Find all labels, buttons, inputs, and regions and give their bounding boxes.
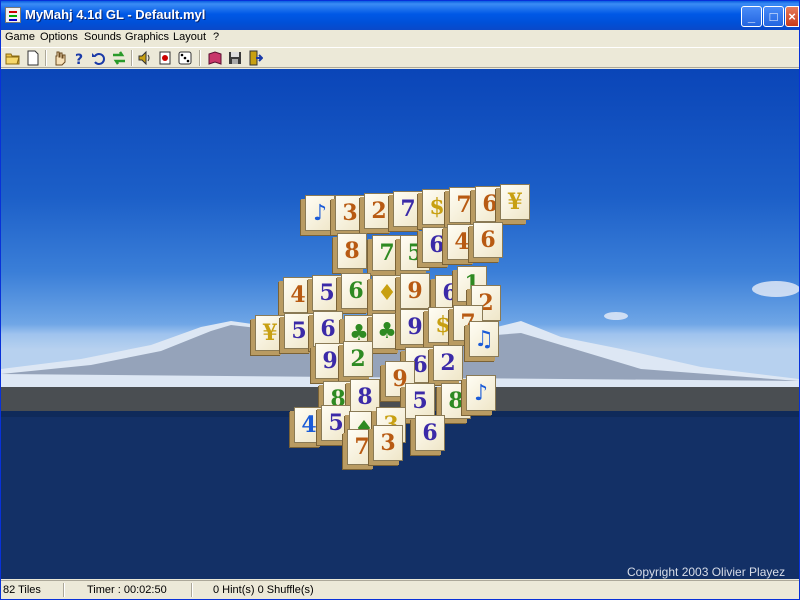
tile[interactable]: ♪ <box>466 375 496 411</box>
hand-icon[interactable] <box>51 50 67 66</box>
menu-game[interactable]: Game <box>5 31 35 43</box>
timer-display: Timer : 00:02:50 <box>87 584 167 596</box>
hint-icon[interactable]: ? <box>71 50 87 66</box>
tile[interactable]: 2 <box>433 345 463 381</box>
tile[interactable]: 6 <box>473 222 503 258</box>
tile[interactable]: ¥ <box>500 184 530 220</box>
undo-icon[interactable] <box>91 50 107 66</box>
tile[interactable]: 9 <box>400 273 430 309</box>
tile[interactable]: 8 <box>337 233 367 269</box>
menu-layout[interactable]: Layout <box>173 31 206 43</box>
tile[interactable]: 3 <box>335 195 365 231</box>
tile[interactable]: 5 <box>405 383 435 419</box>
toolbar-separator <box>131 50 133 66</box>
game-board[interactable]: ♪ 3 2 7 $ 7 6 ¥ 8 7 5 6 4 6 4 5 6 ♦ 9 6 … <box>1 69 799 579</box>
new-game-icon[interactable] <box>25 50 41 66</box>
menu-bar: Game Options Sounds Graphics Layout ? <box>1 30 799 46</box>
menu-sounds[interactable]: Sounds <box>84 31 121 43</box>
exit-icon[interactable] <box>247 50 263 66</box>
tile[interactable]: 7 <box>393 191 423 227</box>
close-button[interactable]: × <box>785 6 799 27</box>
shuffle-icon[interactable] <box>111 50 127 66</box>
sound-icon[interactable] <box>137 50 153 66</box>
tile[interactable]: 5 <box>312 275 342 311</box>
tile[interactable]: 9 <box>315 343 345 379</box>
tile[interactable]: 6 <box>415 415 445 451</box>
status-divider <box>63 583 65 597</box>
tile[interactable]: ¥ <box>255 315 285 351</box>
minimize-button[interactable]: _ <box>741 6 762 27</box>
tile[interactable]: 2 <box>364 193 394 229</box>
tile[interactable]: 2 <box>343 341 373 377</box>
app-window: MyMahj 4.1d GL - Default.myl _ □ × Game … <box>0 0 800 600</box>
hints-shuffles: 0 Hint(s) 0 Shuffle(s) <box>213 584 314 596</box>
svg-text:?: ? <box>75 52 83 66</box>
tile[interactable]: $ <box>422 189 452 225</box>
tile[interactable]: ♣ <box>372 313 402 349</box>
open-folder-icon[interactable] <box>5 50 21 66</box>
menu-help[interactable]: ? <box>213 31 219 43</box>
app-icon[interactable] <box>5 7 21 23</box>
tiles-remaining: 82 Tiles <box>3 584 41 596</box>
book-icon[interactable] <box>207 50 223 66</box>
window-title: MyMahj 4.1d GL - Default.myl <box>25 7 206 22</box>
tile[interactable]: ♦ <box>372 275 402 311</box>
tile[interactable]: 6 <box>313 311 343 347</box>
dice-icon[interactable] <box>177 50 193 66</box>
status-divider <box>191 583 193 597</box>
menu-options[interactable]: Options <box>40 31 78 43</box>
menu-graphics[interactable]: Graphics <box>125 31 169 43</box>
toolbar-separator <box>199 50 201 66</box>
tile[interactable]: 4 <box>294 407 324 443</box>
status-bar: 82 Tiles Timer : 00:02:50 0 Hint(s) 0 Sh… <box>1 580 799 599</box>
toolbar: ? <box>1 47 799 68</box>
tile[interactable]: 7 <box>372 235 402 271</box>
tile[interactable]: ♪ <box>305 195 335 231</box>
title-bar[interactable]: MyMahj 4.1d GL - Default.myl _ □ × <box>1 1 799 30</box>
tile[interactable]: 9 <box>400 309 430 345</box>
tile[interactable]: 3 <box>373 425 403 461</box>
tile[interactable]: 4 <box>283 277 313 313</box>
maximize-button[interactable]: □ <box>763 6 784 27</box>
tile[interactable]: ♫ <box>469 321 499 357</box>
toolbar-separator <box>45 50 47 66</box>
tile[interactable]: 5 <box>284 313 314 349</box>
tiles-icon[interactable] <box>157 50 173 66</box>
save-icon[interactable] <box>227 50 243 66</box>
copyright-text: Copyright 2003 Olivier Playez <box>627 565 786 579</box>
tile[interactable]: 6 <box>341 273 371 309</box>
